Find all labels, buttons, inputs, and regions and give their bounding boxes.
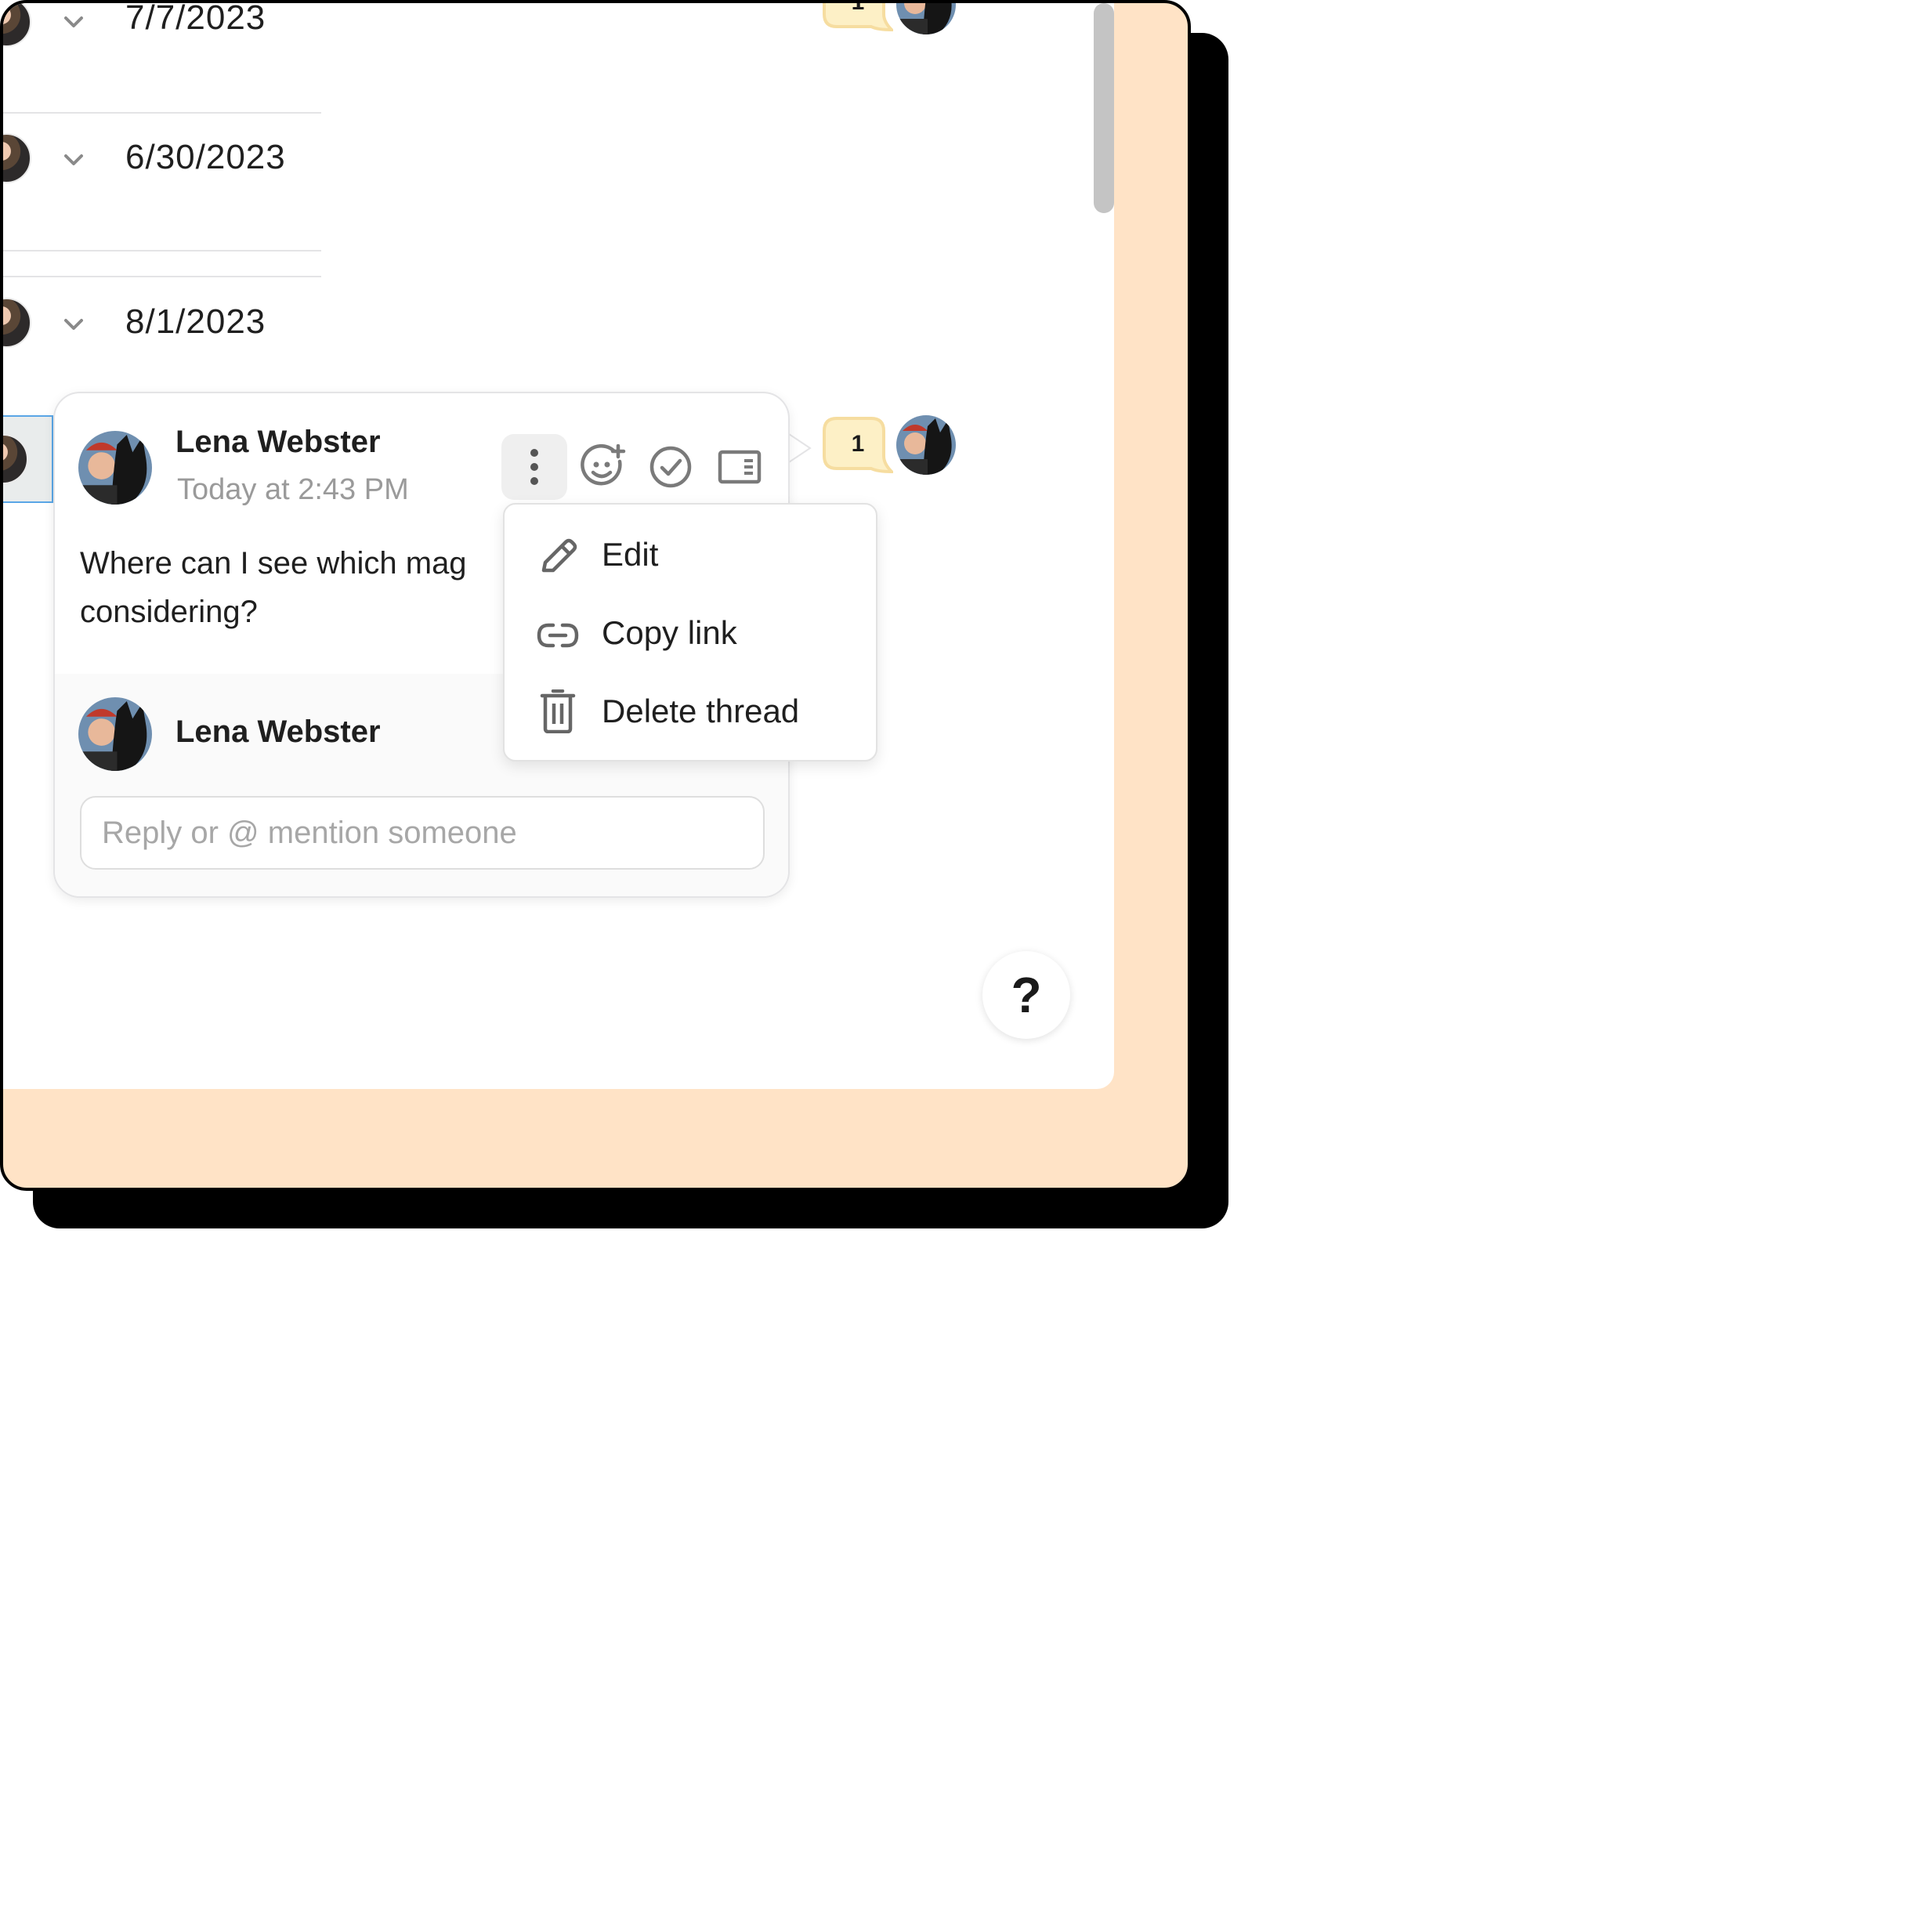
chevron-down-icon[interactable]	[63, 317, 85, 332]
row-date[interactable]: 6/30/2023	[125, 138, 286, 177]
chevron-down-icon[interactable]	[63, 14, 85, 30]
reply-field[interactable]	[80, 796, 765, 870]
open-sidebar-icon	[718, 450, 762, 484]
menu-item-copy-link[interactable]: Copy link	[505, 597, 876, 672]
add-reaction-button[interactable]	[572, 436, 635, 498]
row-date[interactable]: 8/1/2023	[125, 302, 266, 342]
row-avatar	[3, 434, 28, 484]
row-avatar	[3, 133, 31, 183]
app-frame: 7/7/2023 6/30/2023 8/1/2023 1 1	[0, 0, 1191, 1191]
reply-author-avatar	[78, 697, 152, 771]
help-button[interactable]: ?	[982, 951, 1070, 1039]
more-options-icon	[530, 449, 538, 485]
reply-input[interactable]	[81, 798, 763, 868]
link-icon	[537, 623, 579, 648]
trash-icon	[540, 689, 576, 733]
add-reaction-icon	[581, 444, 626, 486]
open-sidebar-button[interactable]	[708, 436, 771, 498]
row-avatar	[3, 298, 31, 348]
author-name: Lena Webster	[175, 425, 381, 459]
row-divider	[3, 250, 321, 251]
content-panel: 7/7/2023 6/30/2023 8/1/2023 1 1	[3, 3, 1114, 1089]
resolve-button[interactable]	[639, 436, 702, 498]
row-divider	[3, 112, 321, 114]
row-avatar	[3, 3, 31, 47]
resolve-check-icon	[649, 446, 692, 488]
card-pointer	[787, 432, 812, 464]
menu-item-edit[interactable]: Edit	[505, 519, 876, 594]
pencil-icon	[541, 538, 577, 573]
chevron-down-icon[interactable]	[63, 152, 85, 168]
row-divider	[3, 276, 321, 277]
comment-count-badge[interactable]: 1	[823, 417, 893, 475]
avatar[interactable]	[896, 415, 956, 475]
selected-row-highlight[interactable]	[3, 415, 53, 503]
author-avatar	[78, 431, 152, 505]
reply-author-name: Lena Webster	[175, 715, 381, 749]
scrollbar-thumb[interactable]	[1094, 3, 1114, 213]
avatar[interactable]	[896, 3, 956, 34]
more-options-button[interactable]	[501, 434, 567, 500]
row-date[interactable]: 7/7/2023	[125, 3, 266, 38]
menu-item-delete-thread[interactable]: Delete thread	[505, 675, 876, 751]
thread-context-menu: Edit Copy link Delete thread	[503, 503, 877, 762]
comment-timestamp: Today at 2:43 PM	[177, 473, 409, 506]
comment-count-badge[interactable]: 1	[823, 3, 893, 33]
